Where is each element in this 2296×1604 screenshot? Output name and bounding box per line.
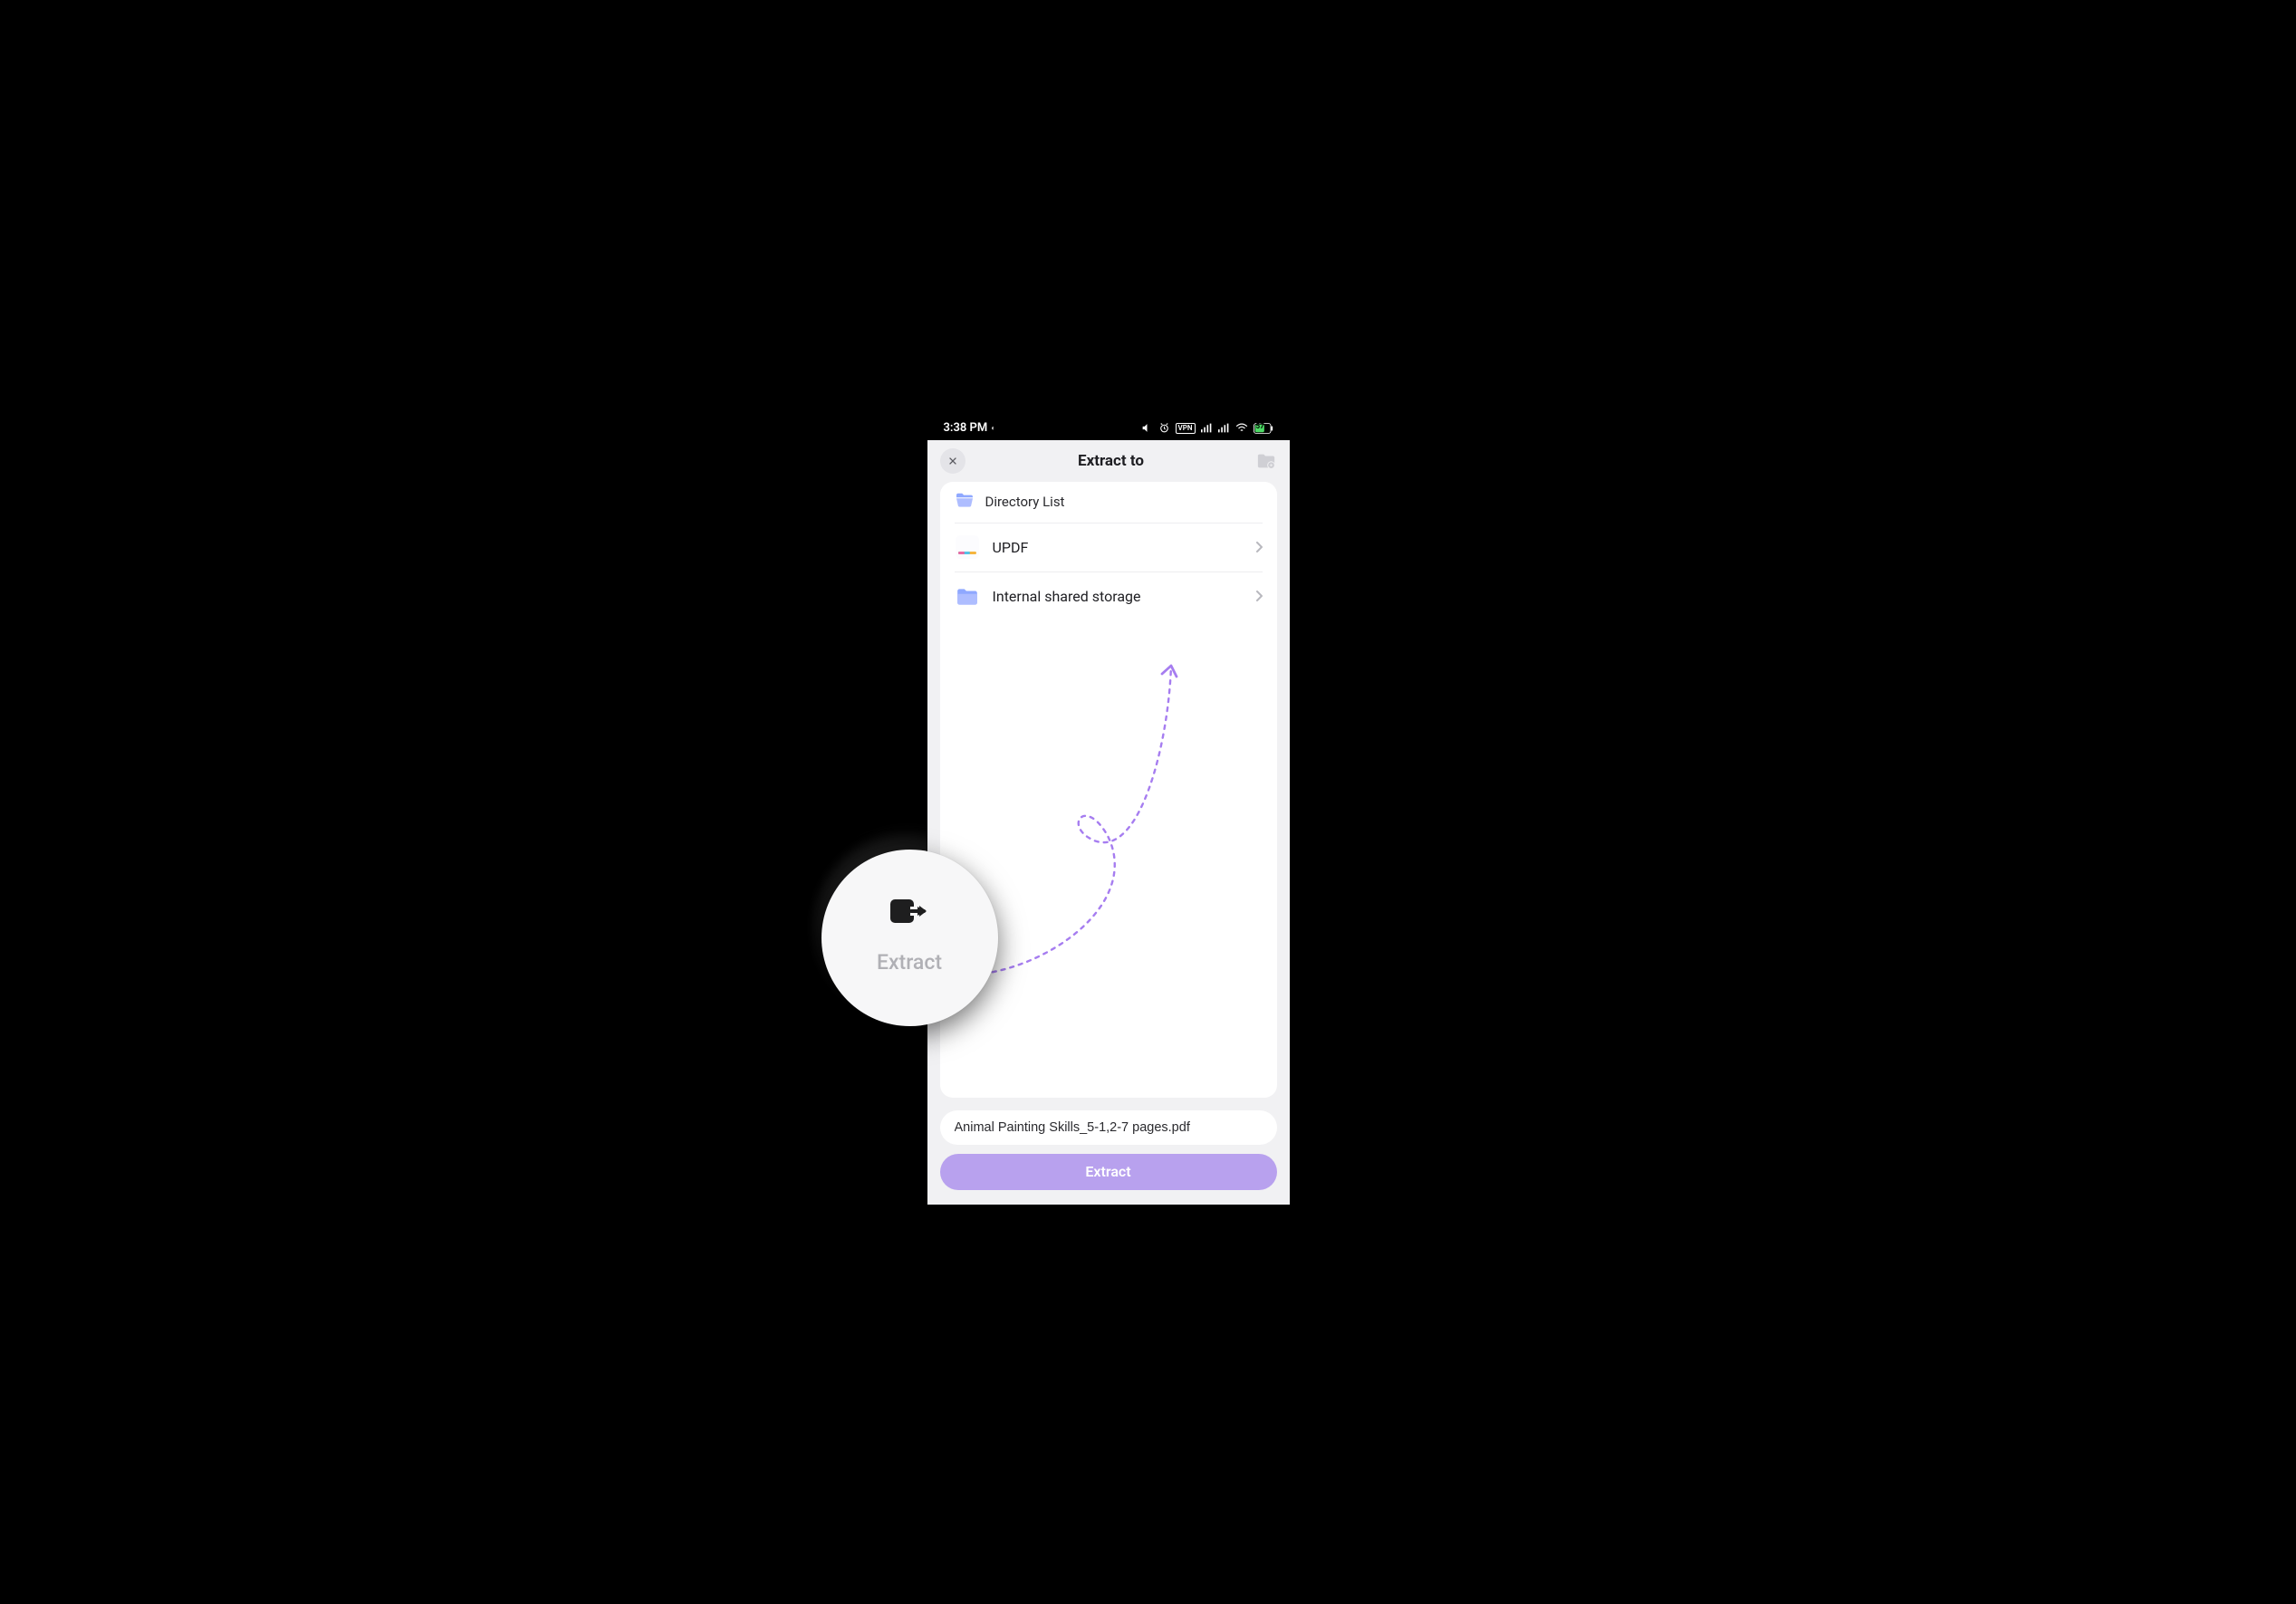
folder-icon — [955, 584, 980, 610]
status-bar: 3:38 PM ◐ VPN — [927, 417, 1290, 440]
directory-list-label: Directory List — [985, 494, 1065, 510]
close-icon — [947, 456, 958, 466]
folder-settings-button[interactable] — [1256, 452, 1276, 470]
directory-panel: Directory List UPDF — [940, 482, 1277, 1098]
battery-icon: 57 — [1254, 423, 1273, 434]
folder-gear-icon — [1256, 452, 1276, 470]
dnd-dot-icon: ◐ — [991, 424, 995, 432]
close-button[interactable] — [940, 448, 965, 474]
alarm-icon — [1158, 422, 1170, 434]
mute-icon — [1141, 422, 1153, 434]
extract-button[interactable]: Extract — [940, 1154, 1277, 1190]
signal-1-icon — [1201, 423, 1213, 433]
directory-list-header: Directory List — [955, 482, 1263, 523]
list-item-label: Internal shared storage — [993, 588, 1243, 605]
extract-icon — [890, 898, 928, 928]
folder-open-icon — [955, 492, 975, 512]
filename-input[interactable] — [955, 1120, 1263, 1135]
filename-field-wrap[interactable] — [940, 1110, 1277, 1145]
page-title: Extract to — [1078, 452, 1144, 470]
list-item-internal-storage[interactable]: Internal shared storage — [955, 572, 1263, 621]
signal-2-icon — [1218, 423, 1230, 433]
topbar: Extract to — [927, 440, 1290, 482]
extract-button-label: Extract — [1085, 1163, 1130, 1180]
list-item-updf[interactable]: UPDF — [955, 523, 1263, 572]
chevron-right-icon — [1255, 588, 1263, 605]
phone-frame: 3:38 PM ◐ VPN — [927, 417, 1290, 1205]
status-time: 3:38 PM — [944, 421, 988, 435]
callout-label: Extract — [877, 950, 942, 975]
extract-callout: Extract — [821, 850, 998, 1026]
wifi-icon — [1235, 423, 1248, 433]
chevron-right-icon — [1255, 539, 1263, 556]
vpn-badge: VPN — [1176, 423, 1196, 434]
list-item-label: UPDF — [993, 539, 1243, 556]
updf-app-icon — [955, 534, 980, 560]
